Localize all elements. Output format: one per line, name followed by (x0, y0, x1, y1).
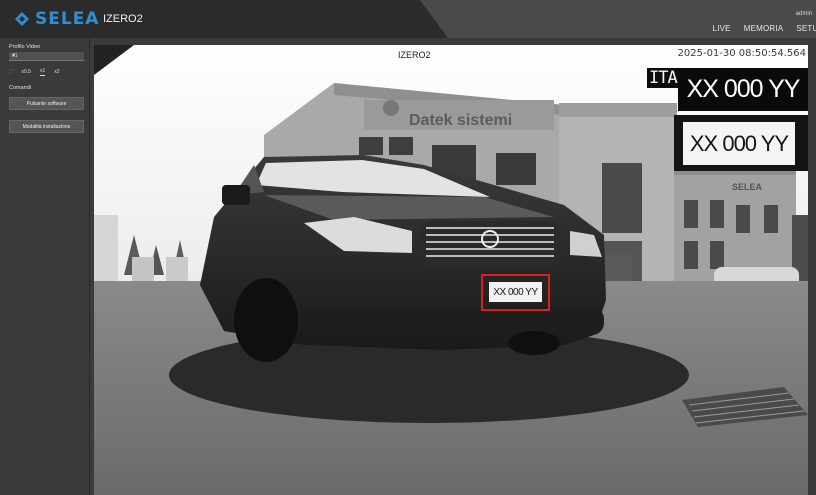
nav-setup[interactable]: SETUP (796, 24, 816, 33)
plate-crop-text: XX 000 YY (683, 122, 795, 165)
zoom-icon: ⛶ (9, 69, 13, 75)
software-trigger-button[interactable]: Pulsante software (9, 97, 84, 110)
building-sign-text: Datek sistemi (409, 112, 512, 129)
zoom-option-x2[interactable]: x2 (54, 69, 59, 76)
app-root: SELEA IZERO2 admin LIVE MEMORIA SETUP Pr… (0, 0, 816, 495)
camera-frame-image: Datek sistemi SELEA (94, 45, 808, 495)
device-name: IZERO2 (103, 13, 143, 25)
top-bar: SELEA IZERO2 admin LIVE MEMORIA SETUP (0, 0, 816, 38)
user-name[interactable]: admin (796, 11, 812, 17)
zoom-option-x1[interactable]: x1 (39, 68, 46, 76)
sidebar: Profilo Video #1 ▾ ⛶ x0.5 x1 x2 Comandi … (0, 38, 90, 495)
zoom-selector: ⛶ x0.5 x1 x2 (9, 68, 60, 76)
installation-mode-button[interactable]: Modalità installazione (9, 120, 84, 133)
live-video-feed[interactable]: Datek sistemi SELEA IZERO2 2025-01-30 08… (94, 45, 808, 495)
chevron-down-icon: ▾ (12, 53, 16, 59)
profile-video-label: Profilo Video (9, 44, 41, 50)
selea-logo-icon (15, 12, 29, 26)
brand-logo[interactable]: SELEA (14, 9, 99, 29)
main-nav: LIVE MEMORIA SETUP (713, 24, 816, 33)
plate-crop-image: XX 000 YY (674, 115, 808, 171)
country-code-badge: ITA (647, 68, 679, 88)
plate-detection-box: XX 000 YY (481, 274, 550, 311)
profile-video-select[interactable]: #1 ▾ (9, 52, 84, 61)
brand-name: SELEA (35, 9, 100, 29)
nav-live[interactable]: LIVE (713, 24, 731, 33)
camera-title: IZERO2 (398, 50, 431, 60)
frame-timestamp: 2025-01-30 08:50:54.564 (677, 48, 806, 59)
vehicle-plate-text: XX 000 YY (489, 282, 542, 302)
commands-label: Comandi (9, 85, 32, 91)
building-sign-2-text: SELEA (732, 182, 763, 192)
zoom-option-x0-5[interactable]: x0.5 (22, 69, 31, 76)
plate-read-binary: XX 000 YY (678, 68, 808, 111)
nav-memoria[interactable]: MEMORIA (744, 24, 784, 33)
